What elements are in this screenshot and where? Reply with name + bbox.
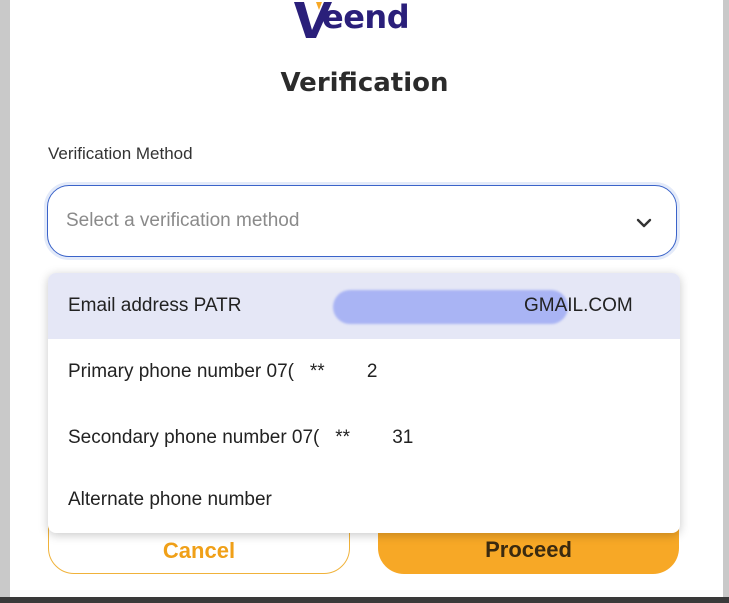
option-email[interactable]: Email address PATR GMAIL.COM [48, 273, 680, 339]
option-secondary-phone[interactable]: Secondary phone number 07( ** 31 [48, 405, 680, 471]
select-placeholder: Select a verification method [66, 210, 300, 231]
verification-method-dropdown: Email address PATR GMAIL.COM Primary pho… [48, 273, 680, 533]
brand-logo: eend [292, 0, 452, 44]
option-label: Primary phone number 07( ** 2 [68, 361, 378, 382]
option-label: Alternate phone number [68, 489, 272, 510]
chevron-down-icon[interactable] [634, 213, 654, 233]
option-label: Secondary phone number 07( ** 31 [68, 427, 414, 448]
option-alternate-phone[interactable]: Alternate phone number [48, 467, 680, 533]
option-label: Email address PATR [68, 295, 242, 316]
verification-method-select[interactable]: Select a verification method [47, 185, 677, 257]
logo-text: eend [322, 0, 410, 36]
page-title: Verification [280, 68, 449, 98]
window-frame-bottom [0, 597, 729, 603]
verification-method-label: Verification Method [48, 144, 193, 163]
option-suffix: GMAIL.COM [524, 295, 633, 316]
option-primary-phone[interactable]: Primary phone number 07( ** 2 [48, 339, 680, 405]
